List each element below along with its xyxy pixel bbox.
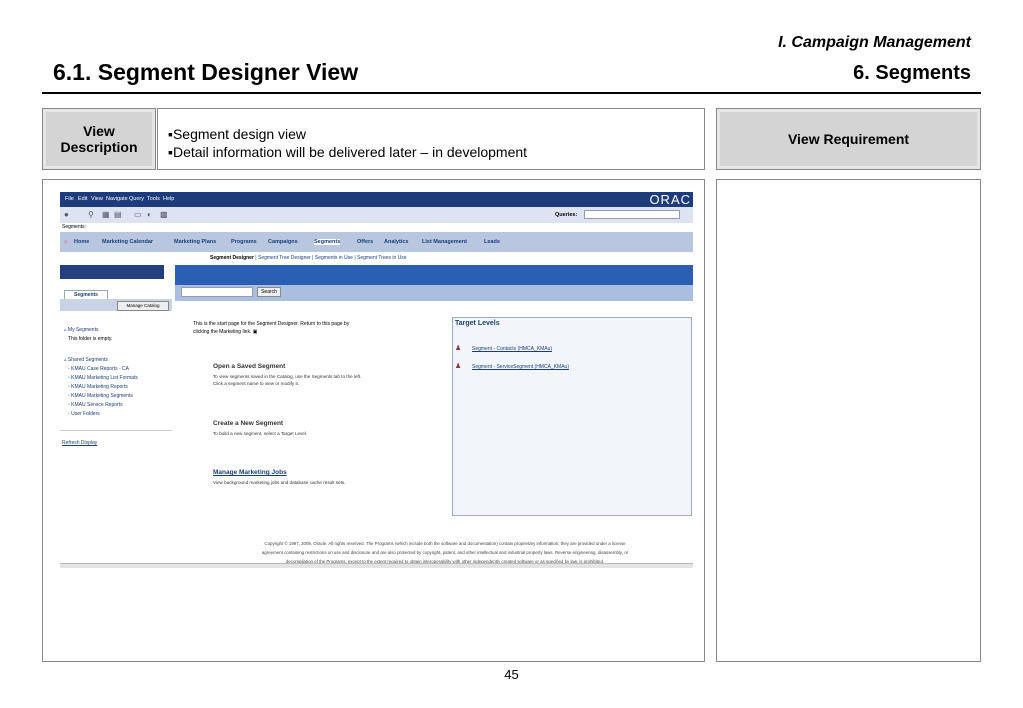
- tab-segments[interactable]: Segments: [314, 239, 341, 245]
- subtab-segment-tree-designer[interactable]: Segment Tree Designer: [258, 255, 311, 261]
- my-segments-folder[interactable]: ▵ My Segments: [64, 327, 98, 333]
- binoculars-icon[interactable]: ⚲: [88, 211, 96, 219]
- section-title: 6. Segments: [853, 62, 971, 84]
- search-input[interactable]: [181, 287, 253, 297]
- menu-navigate[interactable]: Navigate: [106, 196, 128, 202]
- menu-view[interactable]: View: [91, 196, 103, 202]
- view-description-label-line2: Description: [60, 139, 138, 155]
- copyright-text: Copyright © 1997, 2009, Oracle. All righ…: [261, 541, 629, 564]
- breadcrumb: Segments:: [62, 224, 86, 230]
- page-title: 6.1. Segment Designer View: [53, 59, 359, 85]
- header-rule: [42, 92, 981, 94]
- main-tabs: ⌂ Home Marketing Calendar Marketing Plan…: [60, 232, 693, 252]
- subtab-segments-in-use[interactable]: Segments in Use: [315, 255, 353, 261]
- manage-marketing-jobs-desc: View background marketing jobs and datab…: [213, 480, 346, 485]
- save-icon[interactable]: ▩: [160, 211, 168, 219]
- target-levels-title: Target Levels: [455, 320, 500, 327]
- target-level-contacts-link[interactable]: Segment - Contacts (HMCA_KMAu): [472, 346, 552, 352]
- search-button[interactable]: Search: [257, 287, 281, 297]
- shared-item[interactable]: ▫ KMAU Service Reports: [68, 402, 123, 408]
- create-segment-heading: Create a New Segment: [213, 420, 284, 427]
- nav-divider: [60, 430, 172, 431]
- requirement-panel: [716, 179, 981, 662]
- view-description-label: View Description: [42, 108, 156, 170]
- target-level-icon: ♟: [455, 363, 462, 370]
- page-number: 45: [504, 667, 519, 682]
- view-description-label-line1: View: [83, 123, 115, 139]
- shared-segments-folder[interactable]: ▵ Shared Segments: [64, 357, 108, 363]
- menu-bar: File Edit View Navigate Query Tools Help…: [60, 192, 693, 207]
- tab-marketing-plans[interactable]: Marketing Plans: [174, 239, 216, 245]
- shared-item[interactable]: ▫ User Folders: [68, 411, 100, 417]
- tab-offers[interactable]: Offers: [357, 239, 373, 245]
- tab-campaigns[interactable]: Campaigns: [268, 239, 298, 245]
- view-requirement-label: View Requirement: [716, 108, 981, 170]
- content-banner: [175, 265, 693, 285]
- refresh-icon[interactable]: ◐: [147, 211, 155, 219]
- queries-select[interactable]: [584, 210, 680, 219]
- tab-list-management[interactable]: List Management: [422, 239, 467, 245]
- tab-programs[interactable]: Programs: [231, 239, 257, 245]
- tab-analytics[interactable]: Analytics: [384, 239, 408, 245]
- manage-marketing-jobs-link[interactable]: Manage Marketing Jobs: [213, 469, 287, 476]
- horizontal-scrollbar[interactable]: [60, 563, 693, 568]
- intro-text: This is the start page for the Segment D…: [193, 321, 350, 335]
- subtab-segment-designer[interactable]: Segment Designer: [210, 255, 254, 261]
- sub-tabs: Segment Designer | Segment Tree Designer…: [210, 255, 407, 261]
- queries-label: Queries:: [555, 212, 578, 218]
- shared-item[interactable]: ▫ KMAU Marketing List Formats: [68, 375, 138, 381]
- print-icon[interactable]: ▭: [134, 211, 142, 219]
- menu-edit[interactable]: Edit: [78, 196, 87, 202]
- menu-help[interactable]: Help: [163, 196, 174, 202]
- shared-item[interactable]: ▫ KMAU Case Reports - CA: [68, 366, 129, 372]
- home-tab-icon[interactable]: ⌂: [64, 239, 67, 245]
- empty-folder-note: This folder is empty.: [68, 336, 113, 342]
- target-level-service-link[interactable]: Segment - ServiceSegment (HMCA_KMAu): [472, 364, 569, 370]
- app-screenshot: File Edit View Navigate Query Tools Help…: [60, 192, 693, 568]
- menu-query[interactable]: Query: [129, 196, 144, 202]
- subtab-segment-trees-in-use[interactable]: Segment Trees in Use: [357, 255, 406, 261]
- tab-leads[interactable]: Leads: [484, 239, 500, 245]
- open-saved-segment-heading: Open a Saved Segment: [213, 363, 286, 370]
- view-description-body: ▪Segment design view ▪Detail information…: [157, 108, 705, 170]
- report-icon[interactable]: ▤: [114, 211, 122, 219]
- description-bullet: ▪Detail information will be delivered la…: [168, 144, 528, 160]
- refresh-display-link[interactable]: Refresh Display: [62, 440, 97, 446]
- header-kicker: I. Campaign Management: [778, 34, 971, 51]
- create-segment-desc: To build a new segment, select a Target …: [213, 431, 308, 436]
- help-icon[interactable]: ▣: [253, 329, 258, 335]
- home-icon[interactable]: ●: [64, 211, 72, 219]
- left-nav-header: [60, 265, 164, 279]
- shared-item[interactable]: ▫ KMAU Marketing Segments: [68, 393, 133, 399]
- oracle-logo: ORAC: [649, 192, 691, 207]
- tab-marketing-calendar[interactable]: Marketing Calendar: [102, 239, 153, 245]
- description-bullet: ▪Segment design view: [168, 126, 307, 142]
- shared-item[interactable]: ▫ KMAU Marketing Reports: [68, 384, 128, 390]
- target-level-icon: ♟: [455, 345, 462, 352]
- menu-tools[interactable]: Tools: [147, 196, 160, 202]
- menu-file[interactable]: File: [65, 196, 74, 202]
- open-saved-segment-desc: To view segments saved in the Catalog, u…: [213, 374, 362, 386]
- manage-catalog-button[interactable]: Manage Catalog: [117, 301, 169, 311]
- tab-home[interactable]: Home: [74, 239, 89, 245]
- chart-icon[interactable]: ▦: [102, 211, 110, 219]
- toolbar: ● ⚲ ▦ ▤ ▭ ◐ ▩ Queries:: [60, 207, 693, 223]
